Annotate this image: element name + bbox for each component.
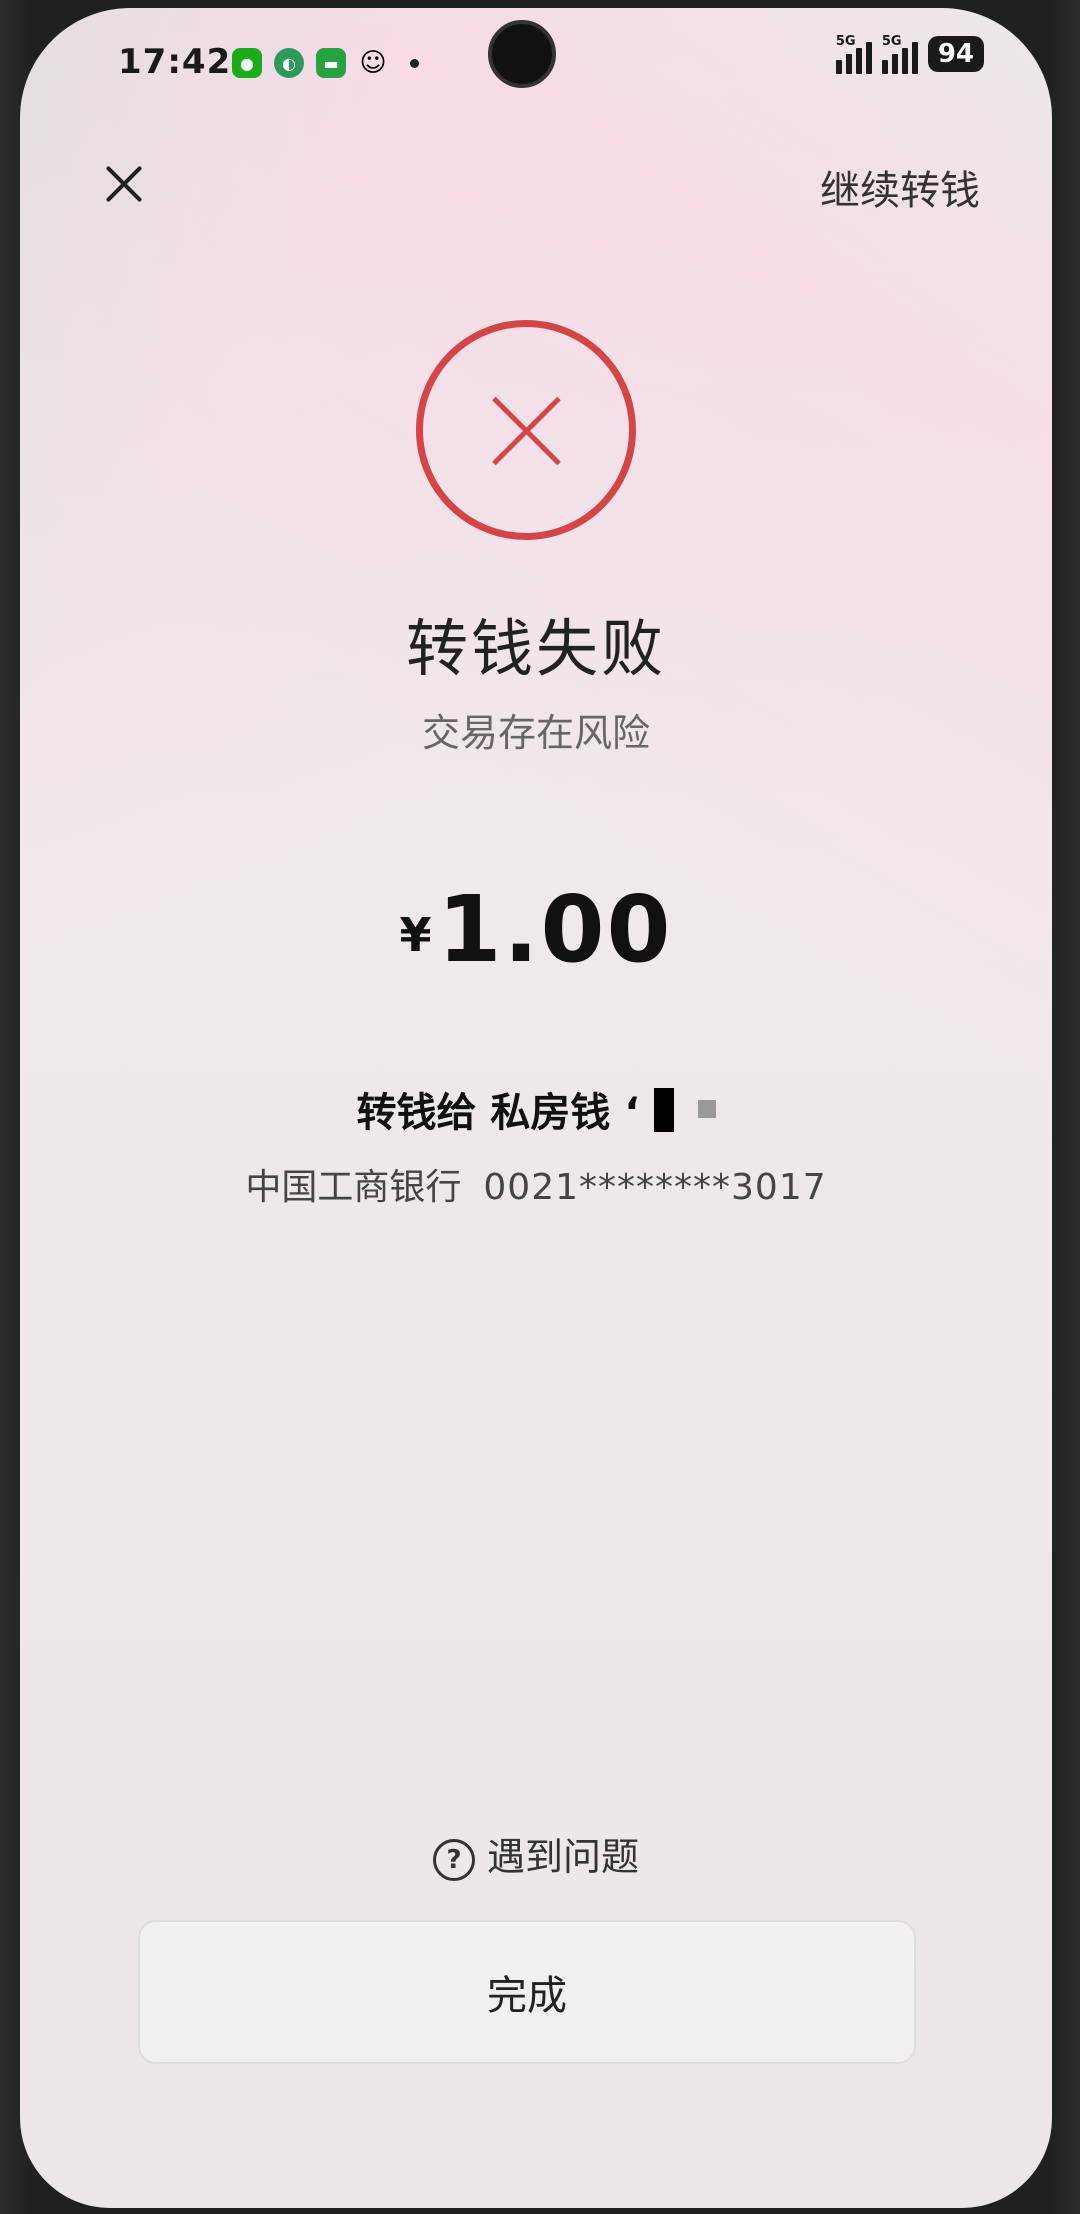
bank-name: 中国工商银行	[245, 1167, 462, 1208]
help-link[interactable]: ? 遇到问题	[20, 1826, 1052, 1881]
camera-cutout	[488, 20, 556, 88]
payee-label: 转钱给 私房钱 ‘	[356, 1090, 640, 1136]
green-app-icon: ◐	[274, 48, 304, 78]
currency-symbol: ¥	[399, 908, 432, 962]
result-reason: 交易存在风险	[421, 711, 650, 755]
screen: 17:42 ● ◐ ▬ ☺ 5G 5G 94 继续转钱 转钱失败 交易存在风险 …	[20, 8, 1052, 2208]
signal-icon-sim2: 5G	[881, 34, 918, 74]
status-bar: 17:42 ● ◐ ▬ ☺ 5G 5G 94	[20, 8, 1052, 118]
battery-indicator: 94	[927, 36, 984, 72]
account-number: 0021********3017	[483, 1167, 827, 1208]
green-chat-icon: ▬	[316, 48, 346, 78]
qq-icon: ☺	[359, 48, 387, 78]
more-notifications-dot	[410, 58, 419, 68]
continue-transfer-button[interactable]: 继续转钱	[820, 158, 980, 216]
signal-icon-sim1: 5G	[835, 34, 872, 74]
result-title: 转钱失败	[405, 612, 666, 685]
help-label: 遇到问题	[486, 1835, 639, 1879]
status-time: 17:42	[118, 42, 232, 82]
system-indicators: 5G 5G 94	[835, 34, 984, 74]
network-type-label: 5G	[881, 34, 902, 49]
bank-account-line: 中国工商银行 0021********3017	[20, 1158, 1052, 1210]
wechat-icon: ●	[232, 48, 262, 78]
payee-line: 转钱给 私房钱 ‘	[20, 1080, 1052, 1138]
transfer-amount: ¥1.00	[20, 876, 1052, 983]
amount-value: 1.00	[437, 876, 673, 983]
close-icon[interactable]	[96, 156, 152, 212]
redaction-mask	[697, 1100, 716, 1118]
redaction-mask	[653, 1088, 674, 1132]
done-button[interactable]: 完成	[138, 1920, 916, 2064]
done-label: 完成	[487, 1973, 567, 2019]
network-type-label: 5G	[835, 34, 856, 49]
question-icon: ?	[432, 1839, 475, 1881]
phone-frame: 17:42 ● ◐ ▬ ☺ 5G 5G 94 继续转钱 转钱失败 交易存在风险 …	[0, 0, 1080, 2214]
fail-x-icon	[416, 320, 636, 540]
notification-icons: ● ◐ ▬ ☺	[232, 48, 419, 78]
